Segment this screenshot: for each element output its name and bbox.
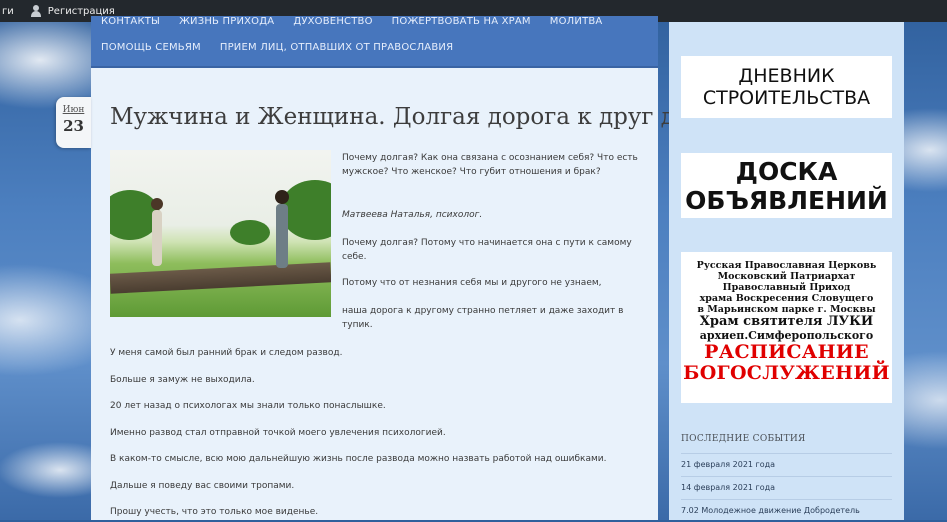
schedule-title: РАСПИСАНИЕ — [704, 341, 869, 363]
post-date-badge: Июн 23 — [56, 97, 91, 148]
banner-line: ДОСКА — [735, 156, 838, 186]
post-title[interactable]: Мужчина и Женщина. Долгая дорога к друг … — [110, 104, 729, 130]
body-paragraph: У меня самой был ранний брак и следом ра… — [110, 348, 343, 358]
post-image — [110, 150, 331, 317]
schedule-church: Храм святителя ЛУКИ — [699, 314, 874, 329]
body-paragraph: Потому что от незнания себя мы и другого… — [342, 278, 602, 288]
service-schedule-banner[interactable]: Русская Православная Церковь Московский … — [681, 252, 892, 403]
banner-line: ДНЕВНИК — [738, 65, 835, 87]
main-navigation: КОНТАКТЫ ЖИЗНЬ ПРИХОДА ДУХОВЕНСТВО ПОЖЕР… — [91, 16, 658, 68]
recent-events-heading: ПОСЛЕДНИЕ СОБЫТИЯ — [681, 434, 806, 444]
notice-board-banner[interactable]: ДОСКА ОБЪЯВЛЕНИЙ — [681, 153, 892, 218]
nav-item-family-help[interactable]: ПОМОЩЬ СЕМЬЯМ — [101, 42, 201, 53]
register-link[interactable]: Регистрация — [48, 6, 115, 17]
nav-item-contacts[interactable]: КОНТАКТЫ — [101, 16, 160, 27]
body-paragraph: Прошу учесть, что это только мое виденье… — [110, 507, 319, 517]
post-date-month[interactable]: Июн — [56, 105, 91, 115]
sidebar: ДНЕВНИК СТРОИТЕЛЬСТВА ДОСКА ОБЪЯВЛЕНИЙ Р… — [669, 22, 904, 520]
construction-diary-banner[interactable]: ДНЕВНИК СТРОИТЕЛЬСТВА — [681, 56, 892, 118]
schedule-line: храма Воскресения Словущего — [699, 293, 874, 304]
recent-events-list: 21 февраля 2021 года 14 февраля 2021 год… — [681, 453, 892, 522]
body-paragraph: Почему долгая? Потому что начинается она… — [342, 238, 632, 262]
nav-item-parish-life[interactable]: ЖИЗНЬ ПРИХОДА — [179, 16, 274, 27]
nav-row-1: КОНТАКТЫ ЖИЗНЬ ПРИХОДА ДУХОВЕНСТВО ПОЖЕР… — [91, 16, 658, 32]
author-line: Матвеева Наталья, психолог. — [342, 210, 483, 220]
user-icon — [30, 5, 42, 17]
nav-item-clergy[interactable]: ДУХОВЕНСТВО — [293, 16, 372, 27]
recent-event-link[interactable]: 14 февраля 2021 года — [681, 476, 892, 499]
admin-bar-leading-text[interactable]: ги — [0, 6, 14, 17]
body-paragraph: наша дорога к другому странно петляет и … — [342, 306, 624, 330]
nav-item-donate[interactable]: ПОЖЕРТВОВАТЬ НА ХРАМ — [392, 16, 531, 27]
nav-row-2: ПОМОЩЬ СЕМЬЯМ ПРИЕМ ЛИЦ, ОТПАВШИХ ОТ ПРА… — [91, 32, 658, 62]
banner-line: ОБЪЯВЛЕНИЙ — [685, 185, 888, 215]
schedule-title: БОГОСЛУЖЕНИЙ — [683, 362, 890, 384]
banner-line: СТРОИТЕЛЬСТВА — [702, 87, 871, 109]
post-date-day: 23 — [63, 117, 84, 135]
schedule-line: Православный Приход — [722, 282, 851, 293]
recent-event-link[interactable]: 21 февраля 2021 года — [681, 453, 892, 476]
schedule-line: Русская Православная Церковь — [696, 260, 877, 271]
body-paragraph: Именно развод стал отправной точкой моег… — [110, 428, 446, 438]
body-paragraph: 20 лет назад о психологах мы знали тольк… — [110, 401, 386, 411]
nav-item-reception[interactable]: ПРИЕМ ЛИЦ, ОТПАВШИХ ОТ ПРАВОСЛАВИЯ — [220, 42, 453, 53]
intro-paragraph: Почему долгая? Как она связана с осознан… — [342, 153, 638, 177]
body-paragraph: Больше я замуж не выходила. — [110, 375, 255, 385]
body-paragraph: В каком-то смысле, всю мою дальнейшую жи… — [110, 454, 607, 464]
nav-item-prayer[interactable]: МОЛИТВА — [550, 16, 603, 27]
body-paragraph: Дальше я поведу вас своими тропами. — [110, 481, 295, 491]
recent-event-link[interactable]: 7.02 Молодежное движение Добродетель — [681, 499, 892, 522]
schedule-line: Московский Патриархат — [717, 271, 856, 282]
